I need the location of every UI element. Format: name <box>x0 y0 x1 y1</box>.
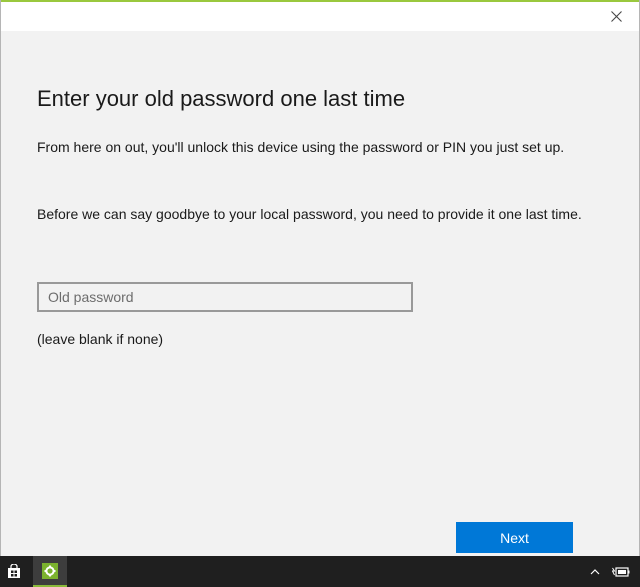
title-accent-line <box>1 0 639 2</box>
intro-text: From here on out, you'll unlock this dev… <box>37 139 565 155</box>
taskbar <box>0 556 640 587</box>
close-icon <box>610 11 622 22</box>
gear-icon <box>42 562 58 579</box>
store-icon <box>8 564 20 578</box>
battery-icon <box>612 566 630 577</box>
chevron-up-icon <box>590 568 600 574</box>
close-button[interactable] <box>593 2 639 31</box>
taskbar-settings-app[interactable] <box>33 556 67 587</box>
title-bar <box>1 0 639 31</box>
explanation-text: Before we can say goodbye to your local … <box>37 206 582 222</box>
tray-expand-button[interactable] <box>584 556 606 587</box>
dialog-window: Enter your old password one last time Fr… <box>0 0 640 556</box>
taskbar-store-app[interactable] <box>0 556 28 587</box>
next-button[interactable]: Next <box>456 522 573 553</box>
page-title: Enter your old password one last time <box>37 86 406 111</box>
old-password-field[interactable] <box>37 282 413 312</box>
tray-battery[interactable] <box>606 556 636 587</box>
hint-text: (leave blank if none) <box>37 331 164 347</box>
